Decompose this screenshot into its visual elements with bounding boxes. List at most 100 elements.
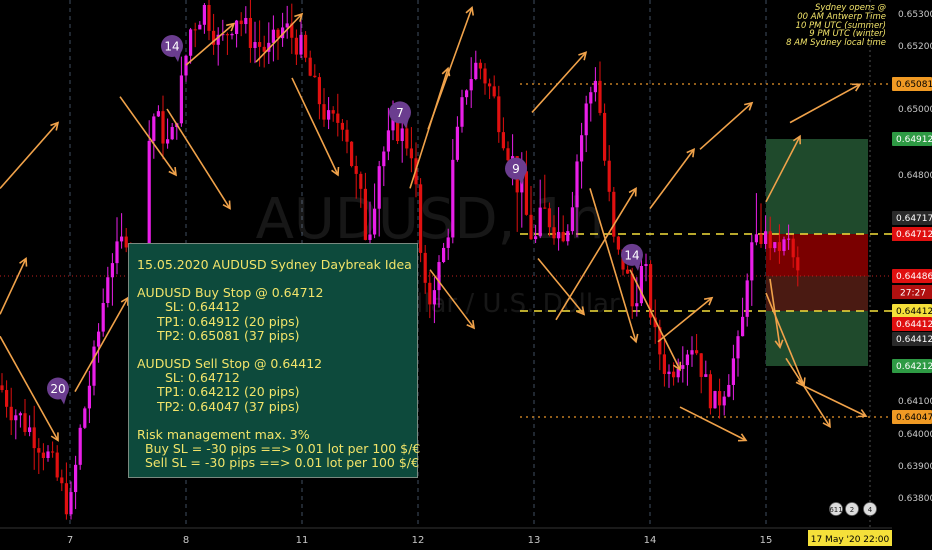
candle-body xyxy=(768,231,772,249)
projection-arrow xyxy=(679,406,747,442)
candle-body xyxy=(207,4,211,31)
candle-body xyxy=(5,390,9,407)
candle-body xyxy=(64,483,68,515)
candle-body xyxy=(304,34,308,58)
candle-body xyxy=(593,80,597,93)
candle-body xyxy=(695,350,699,354)
candle-body xyxy=(235,20,239,35)
price-axis[interactable]: 0.638000.639000.640000.641000.644000.648… xyxy=(892,0,932,550)
candle-body xyxy=(308,57,312,76)
note-sell-tp2: TP2: 0.64047 (37 pips) xyxy=(157,398,300,414)
candle-body xyxy=(547,208,551,228)
candle-body xyxy=(699,353,703,377)
projection-arrow xyxy=(74,297,129,393)
time-tick-label: 14 xyxy=(644,535,657,546)
note-buy-tp2: TP2: 0.65081 (37 pips) xyxy=(157,327,300,343)
price-tick-label: 0.64100 xyxy=(898,397,932,407)
level-price-label: 0.64712 xyxy=(896,230,932,240)
candle-body xyxy=(156,111,160,117)
candle-body xyxy=(368,234,372,240)
candle-body xyxy=(258,42,262,47)
note-buy-sl: SL: 0.64412 xyxy=(165,299,240,315)
projection-arrow xyxy=(0,258,27,315)
projection-arrow xyxy=(789,83,861,124)
buy-target-zone xyxy=(766,139,868,234)
candle-body xyxy=(14,415,18,421)
candle-body xyxy=(336,113,340,123)
candle-body xyxy=(580,135,584,162)
time-axis[interactable]: 7 8 11 12 13 14 15 17 May '20 22:00 xyxy=(0,527,932,550)
candle-body xyxy=(285,23,289,28)
candle-body xyxy=(161,111,165,144)
candle-body xyxy=(773,242,777,249)
candle-body xyxy=(322,104,326,120)
candle-body xyxy=(166,139,170,144)
stop-zone xyxy=(766,234,868,276)
candle-body xyxy=(598,80,602,113)
candle-body xyxy=(41,452,45,458)
candle-body xyxy=(198,24,202,30)
candle-body xyxy=(262,46,266,52)
candle-body xyxy=(727,384,731,397)
candle-body xyxy=(639,265,643,304)
candle-body xyxy=(350,141,354,167)
candle-body xyxy=(497,96,501,133)
level-price-label: 0.64412 xyxy=(896,307,932,317)
candle-body xyxy=(32,427,36,449)
candle-body xyxy=(363,188,367,240)
candle-body xyxy=(423,252,427,283)
projection-arrow xyxy=(649,148,695,209)
trade-idea-note[interactable]: 15.05.2020 AUDUSD Sydney Daybreak Idea A… xyxy=(128,243,421,478)
candle-body xyxy=(584,103,588,136)
candle-body xyxy=(451,159,455,238)
note-buy-lot: Buy SL = -30 pips ==> 0.01 lot per 100 $… xyxy=(145,441,421,457)
candle-body xyxy=(409,148,413,159)
candle-body xyxy=(152,116,156,141)
projection-arrow xyxy=(166,108,231,209)
candle-body xyxy=(46,451,50,458)
candle-body xyxy=(506,148,510,161)
sydney-open-note: Sydney opens @ 00 AM Antwerp Time 10 PM … xyxy=(786,4,886,48)
candle-body xyxy=(745,280,749,317)
candle-body xyxy=(230,34,234,36)
candle-body xyxy=(708,374,712,409)
candle-body xyxy=(340,122,344,130)
candle-body xyxy=(51,451,55,453)
candle-body xyxy=(741,316,745,337)
candle-body xyxy=(345,129,349,142)
candle-body xyxy=(465,90,469,98)
event-icon-label: 2 xyxy=(850,506,854,514)
price-tick-label: 0.65200 xyxy=(898,42,932,52)
candle-body xyxy=(110,263,114,278)
candle-body xyxy=(327,110,331,120)
price-tick-label: 0.63900 xyxy=(898,462,932,472)
candle-body xyxy=(442,247,446,263)
candle-body xyxy=(184,55,188,76)
candle-body xyxy=(722,396,726,406)
candle-body xyxy=(120,236,124,242)
candle-body xyxy=(106,277,110,304)
candle-body xyxy=(202,4,206,25)
price-tick-label: 0.64000 xyxy=(898,430,932,440)
time-tick-label: 11 xyxy=(296,535,309,546)
badge-count: 14 xyxy=(624,248,639,262)
level-price-label: 0.65081 xyxy=(896,80,932,90)
candle-body xyxy=(373,208,377,235)
count-badge: 14 xyxy=(161,35,183,62)
candle-body xyxy=(561,231,565,242)
time-tick-label: 12 xyxy=(412,535,425,546)
candle-body xyxy=(69,492,73,515)
candle-body xyxy=(446,237,450,248)
candle-body xyxy=(672,371,676,378)
time-tick-label: 7 xyxy=(67,535,73,546)
candle-body xyxy=(253,42,257,48)
candle-body xyxy=(248,17,252,48)
candle-body xyxy=(115,241,119,264)
level-price-label: 0.64047 xyxy=(896,413,932,423)
projection-arrow xyxy=(291,77,339,176)
candle-body xyxy=(60,477,64,484)
candle-body xyxy=(478,62,482,69)
candle-body xyxy=(787,238,791,240)
candle-body xyxy=(612,191,616,237)
count-badge: 20 xyxy=(47,377,69,405)
